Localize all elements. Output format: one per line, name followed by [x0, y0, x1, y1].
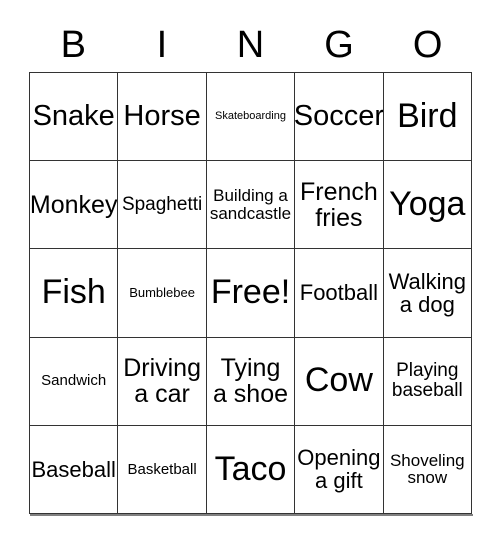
bingo-cell-label: French fries — [299, 177, 378, 232]
bingo-header-row: B I N G O — [29, 18, 472, 72]
bingo-cell-label: Soccer — [295, 100, 384, 133]
bingo-cell-r4c3[interactable]: Tying a shoe — [206, 337, 296, 426]
bingo-cell-label: Spaghetti — [121, 193, 203, 215]
bingo-cell-label: Cow — [304, 361, 373, 400]
bingo-cell-r5c4[interactable]: Opening a gift — [295, 425, 384, 514]
grid-bottom-edge — [30, 514, 473, 516]
bingo-cell-r1c3[interactable]: Skateboarding — [206, 73, 296, 162]
bingo-cell-label: Walking a dog — [388, 268, 467, 317]
bingo-cell-r5c5[interactable]: Shoveling snow — [383, 425, 472, 514]
bingo-cell-r3c2[interactable]: Bumblebee — [118, 249, 207, 338]
bingo-header-letter-b: B — [60, 24, 86, 66]
bingo-cell-label: Taco — [214, 449, 287, 488]
bingo-cell-label: Football — [299, 280, 379, 306]
bingo-cell-r5c2[interactable]: Basketball — [118, 425, 207, 514]
bingo-cell-label: Bumblebee — [129, 285, 195, 301]
bingo-cell-r2c4[interactable]: French fries — [295, 161, 384, 250]
bingo-cell-label: Shoveling snow — [389, 450, 465, 488]
bingo-cell-label: Tying a shoe — [212, 353, 289, 409]
bingo-cell-r5c3[interactable]: Taco — [206, 425, 296, 514]
bingo-cell-r4c5[interactable]: Playing baseball — [383, 337, 472, 426]
bingo-cell-label: Driving a car — [123, 353, 201, 409]
bingo-cell-label: Snake — [32, 100, 115, 133]
bingo-cell-r4c2[interactable]: Driving a car — [118, 337, 207, 426]
bingo-header-letter-i: I — [156, 24, 168, 66]
bingo-cell-r2c1[interactable]: Monkey — [30, 161, 119, 250]
bingo-cell-r1c4[interactable]: Soccer — [295, 73, 384, 162]
bingo-grid: Snake Horse Skateboarding Soccer Bird Monkey S… — [29, 72, 472, 514]
bingo-cell-label: Monkey — [30, 190, 118, 219]
bingo-cell-r5c1[interactable]: Baseball — [30, 425, 119, 514]
bingo-cell-r4c4[interactable]: Cow — [295, 337, 384, 426]
bingo-cell-r1c1[interactable]: Snake — [30, 73, 119, 162]
bingo-cell-label: Skateboarding — [215, 109, 286, 122]
bingo-header-letter-o: O — [412, 24, 443, 66]
bingo-cell-label: Playing baseball — [391, 360, 463, 402]
bingo-cell-r3c4[interactable]: Football — [295, 249, 384, 338]
bingo-cell-r3c5[interactable]: Walking a dog — [383, 249, 472, 338]
bingo-header-letter-n: N — [236, 24, 265, 66]
bingo-card: B I N G O Snake Horse Skateboarding Soccer B… — [0, 0, 500, 544]
bingo-cell-label: Bird — [397, 96, 458, 135]
bingo-cell-r1c2[interactable]: Horse — [118, 73, 207, 162]
bingo-cell-label: Horse — [123, 100, 201, 133]
bingo-cell-label: Yoga — [389, 184, 466, 223]
bingo-cell-r2c5[interactable]: Yoga — [383, 161, 472, 250]
bingo-cell-r1c5[interactable]: Bird — [383, 73, 472, 162]
bingo-cell-r2c3[interactable]: Building a sandcastle — [206, 161, 296, 250]
bingo-cell-label: Basketball — [127, 460, 197, 478]
bingo-cell-label: Building a sandcastle — [209, 185, 292, 223]
bingo-cell-label: Opening a gift — [297, 445, 381, 494]
bingo-cell-label: Baseball — [31, 456, 116, 482]
bingo-cell-label: Sandwich — [41, 372, 107, 390]
bingo-cell-r3c1[interactable]: Fish — [30, 249, 119, 338]
bingo-cell-label: Free! — [210, 273, 291, 312]
bingo-cell-r2c2[interactable]: Spaghetti — [118, 161, 207, 250]
bingo-cell-r3c3[interactable]: Free! — [206, 249, 296, 338]
bingo-header-letter-g: G — [324, 24, 354, 66]
bingo-cell-r4c1[interactable]: Sandwich — [30, 337, 119, 426]
bingo-cell-label: Fish — [41, 273, 106, 312]
